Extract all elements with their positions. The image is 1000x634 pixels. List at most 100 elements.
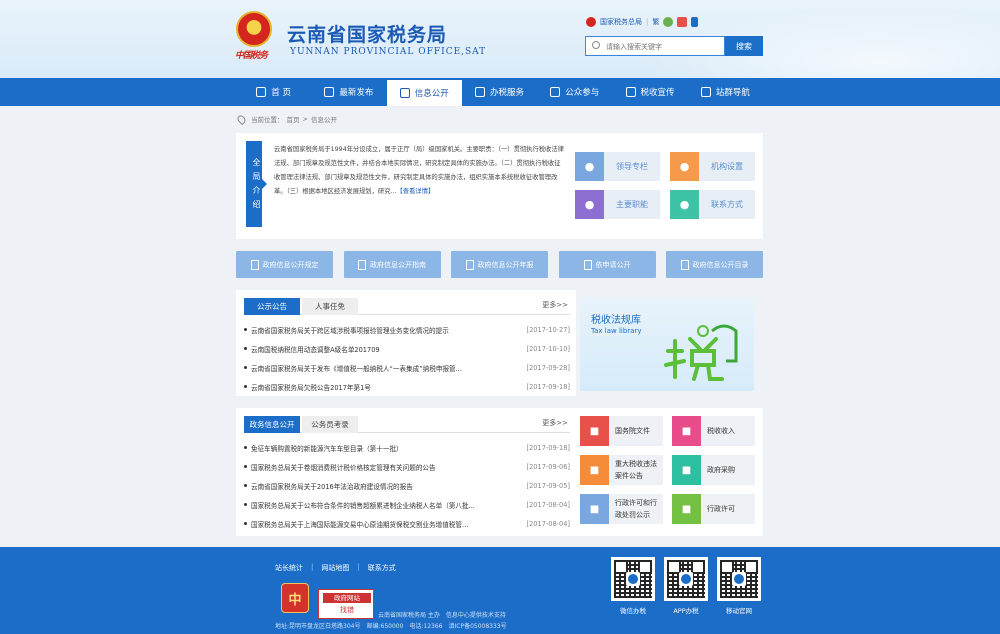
case-icon: ■ [580,455,609,485]
quick-button-2[interactable]: 政府信息公开年报 [451,251,548,278]
announcement-panel: 公示公告 人事任免 更多>> 云南省国家税务局关于跨区域涉税事项报验管理业务变化… [236,290,576,396]
category-tile-0[interactable]: ■ 国务院文件 [580,416,663,446]
quick-button-4[interactable]: 政府信息公开目录 [666,251,763,278]
nav-item-4[interactable]: 公众参与 [537,78,612,106]
category-tile-5[interactable]: ■ 行政许可 [672,494,755,524]
document-icon [680,259,689,270]
tab-announcements[interactable]: 公示公告 [244,298,300,315]
china-tax-logo: 中国税务 [235,51,268,61]
nav-item-1[interactable]: 最新发布 [311,78,386,106]
weibo-icon[interactable] [677,17,688,27]
nav-item-label: 首 页 [271,88,291,98]
intro-tile-2[interactable]: ● 主要职能 [575,190,660,219]
tab-personnel[interactable]: 人事任免 [302,298,358,315]
phone-icon: ● [670,190,699,219]
search-button[interactable]: 搜索 [725,36,763,56]
stamp-icon: ■ [580,494,609,524]
quick-button-3[interactable]: 依申请公开 [558,251,656,278]
mobile-icon[interactable] [691,17,699,27]
report-error-badge[interactable]: 政府网站 找错 [318,589,374,619]
traditional-chinese-toggle[interactable]: 繁 [652,17,659,27]
category-tile-1[interactable]: ■ 税收收入 [672,416,755,446]
footer-link-sitemap[interactable]: 网站地图 [321,563,349,573]
megaphone-icon [625,87,636,97]
list-item[interactable]: 云南省国家税务局关于跨区域涉税事项报验管理业务变化情况的提示 [2017-10-2… [244,320,570,339]
nav-item-label: 信息公开 [414,89,449,99]
news-date: [2017-10-27] [526,325,570,334]
breadcrumb-home[interactable]: 首页 [287,114,300,124]
leader-icon: ● [575,152,604,181]
site-title: 云南省国家税务局 [287,24,448,46]
footer-host: 云南省国家税务局 主办 信息中心提供技术支持 [378,612,506,619]
list-item[interactable]: 云南国税纳税信用动态调整A级名单201709 [2017-10-10] [244,339,570,358]
nav-item-label: 办税服务 [489,88,524,98]
document-icon [583,259,592,270]
site-subtitle: YUNNAN PROVINCIAL OFFICE,SAT [290,47,487,57]
list-item[interactable]: 云南省国家税务局欠税公告2017年第1号 [2017-09-18] [244,377,570,396]
org-chart-icon: ● [670,152,699,181]
tax-law-library-banner[interactable]: 税收法规库 Tax law library [580,297,754,391]
nav-item-5[interactable]: 税收宣传 [612,78,687,106]
category-tile-label: 国务院文件 [615,427,650,435]
more-link[interactable]: 更多>> [542,300,568,310]
news-title: 国家税务总局关于上海国际能源交易中心原油期货保税交割业务增值税管... [251,520,469,529]
party-government-badge-icon[interactable]: 中 [281,583,309,613]
footer-link-stats[interactable]: 站长统计 [275,563,303,573]
breadcrumb-current[interactable]: 信息公开 [311,114,337,124]
more-link[interactable]: 更多>> [542,418,568,428]
library-subtitle: Tax law library [591,327,642,335]
view-details-link[interactable]: 【查看详情】 [397,188,435,195]
news-title: 国家税务总局关于卷烟消费税计税价格核定管理有关问题的公告 [251,463,436,472]
qr-label: 移动官网 [726,607,752,615]
news-title: 云南省国家税务局关于发布《增值税一般纳税人“一表集成”纳税申报管... [251,364,462,373]
category-tile-3[interactable]: ■ 政府采购 [672,455,755,485]
category-tile-label: 税收收入 [707,427,735,435]
rocket-icon [324,87,335,97]
intro-tile-1[interactable]: ● 机构设置 [670,152,755,181]
category-tile-4[interactable]: ■ 行政许可和行政处罚公示 [580,494,663,524]
category-tile-label: 行政许可 [707,505,735,513]
list-item[interactable]: 国家税务总局关于上海国际能源交易中心原油期货保税交割业务增值税管... [2017… [244,514,570,533]
document-icon [250,259,259,270]
search-input[interactable] [606,39,722,54]
quick-button-1[interactable]: 政府信息公开指南 [343,251,441,278]
document-icon [399,88,410,98]
nav-item-3[interactable]: 办税服务 [462,78,537,106]
intro-tile-0[interactable]: ● 领导专栏 [575,152,660,181]
category-grid: ■ 国务院文件 ■ 税收收入 ■ 重大税收违法案件公告 ■ 政府采购 ■ 行政许可和行政处罚公示 ■… [576,408,763,536]
footer-link-contact[interactable]: 联系方式 [368,563,396,573]
intro-text: 云南省国家税务局于1994年分设成立，属于正厅（局）级国家机关。主要职责：（一）… [274,146,564,195]
search-box [585,36,725,56]
cart-icon: ■ [672,455,701,485]
wechat-icon[interactable] [663,17,674,27]
quick-button-label: 政府信息公开目录 [692,260,749,269]
function-icon: ● [575,190,604,219]
site-header: 中国税务 云南省国家税务局 YUNNAN PROVINCIAL OFFICE,S… [0,0,1000,78]
list-item[interactable]: 国家税务总局关于公布符合条件的销售超额累进制企业纳税人名单（第八批... [201… [244,495,570,514]
nav-item-2[interactable]: 信息公开 [386,78,462,106]
news-title: 云南国税纳税信用动态调整A级名单201709 [251,345,380,354]
quick-button-0[interactable]: 政府信息公开规定 [236,251,333,278]
intro-tile-3[interactable]: ● 联系方式 [670,190,755,219]
quick-button-label: 政府信息公开指南 [370,260,426,269]
list-item[interactable]: 云南省国家税务局关于2016年法治政府建设情况的报告 [2017-09-05] [244,476,570,495]
top-links: 国家税务总局 | 繁 [586,15,699,29]
news-date: [2017-09-06] [526,462,570,471]
news-date: [2017-09-28] [526,363,570,372]
list-item[interactable]: 云南省国家税务局关于发布《增值税一般纳税人“一表集成”纳税申报管... [2017… [244,358,570,377]
category-tile-2[interactable]: ■ 重大税收违法案件公告 [580,455,663,485]
tab-government-info[interactable]: 政务信息公开 [244,416,300,433]
sat-link[interactable]: 国家税务总局 [600,17,642,27]
list-item[interactable]: 免征车辆购置税的新能源汽车车型目录（第十一批） [2017-09-18] [244,438,570,457]
list-item[interactable]: 国家税务总局关于卷烟消费税计税价格核定管理有关问题的公告 [2017-09-06] [244,457,570,476]
home-icon [256,87,267,97]
national-emblem-icon [236,11,272,47]
footer-address: 地址:昆明市盘龙区白塔路304号 邮编:650000 电话:12366 滇ICP… [275,623,507,630]
qr-code-0 [611,557,655,601]
nav-item-6[interactable]: 站群导航 [688,78,763,106]
document-icon [465,259,474,270]
nav-item-0[interactable]: 首 页 [236,78,311,106]
tab-civil-service-exam[interactable]: 公务员考录 [302,416,358,433]
news-title: 国家税务总局关于公布符合条件的销售超额累进制企业纳税人名单（第八批... [251,501,475,510]
edit-icon: ■ [580,416,609,446]
